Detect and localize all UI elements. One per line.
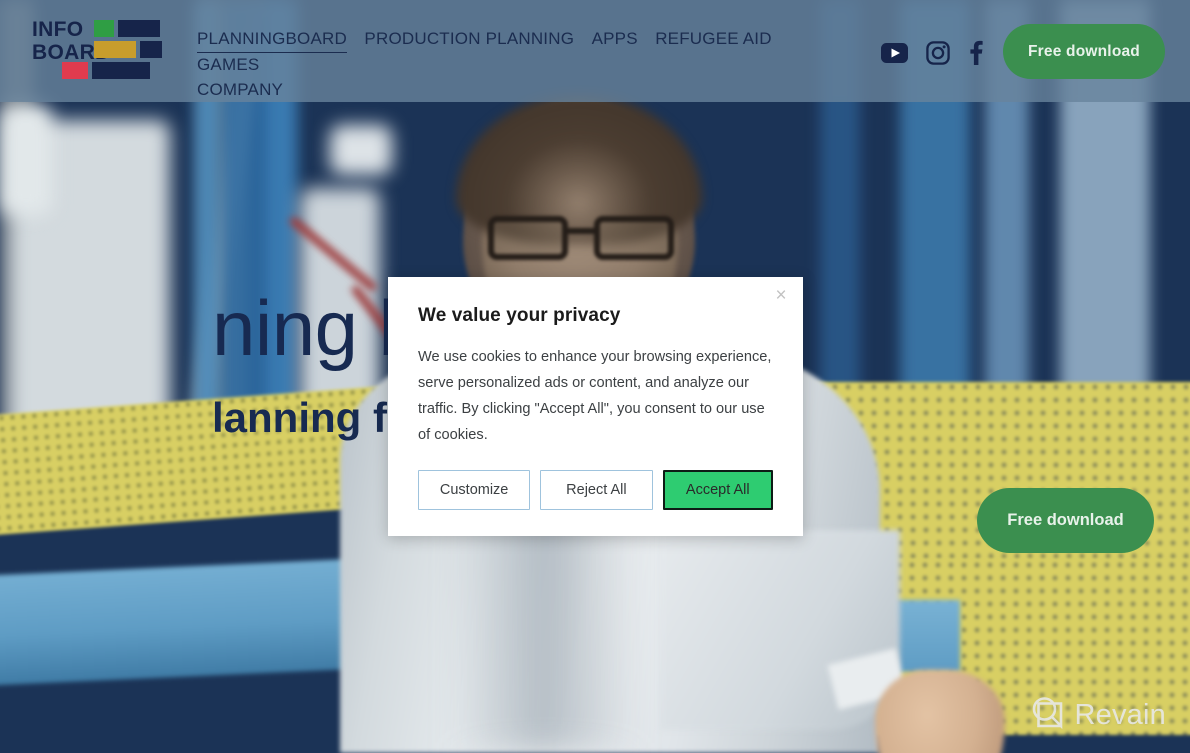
site-header: INFO BOARD PLANNINGBOARD PRODUCTION PLAN…	[0, 0, 1190, 102]
logo-text-info: INFO	[32, 18, 84, 41]
reject-all-button[interactable]: Reject All	[540, 470, 653, 510]
person-glasses	[488, 216, 674, 262]
logo-block-navy-2	[140, 41, 162, 58]
nav-row-1: PLANNINGBOARD PRODUCTION PLANNING APPS R…	[197, 27, 797, 78]
main-navigation: PLANNINGBOARD PRODUCTION PLANNING APPS R…	[197, 27, 797, 103]
cookie-consent-dialog: × We value your privacy We use cookies t…	[388, 277, 803, 536]
nav-item-apps[interactable]: APPS	[592, 27, 638, 51]
revain-wordmark: Revain	[1074, 699, 1166, 731]
revain-logo-icon	[1030, 696, 1064, 735]
youtube-icon[interactable]	[881, 42, 908, 68]
facebook-icon[interactable]	[968, 40, 983, 70]
close-icon[interactable]: ×	[768, 282, 794, 308]
cookie-dialog-actions: Customize Reject All Accept All	[418, 470, 773, 510]
logo-block-green	[94, 20, 114, 37]
background-panel	[0, 105, 52, 215]
nav-item-games[interactable]: GAMES	[197, 53, 259, 77]
logo-block-navy-1	[118, 20, 160, 37]
nav-item-production-planning[interactable]: PRODUCTION PLANNING	[364, 27, 574, 51]
social-links	[881, 40, 983, 70]
hero-free-download-button[interactable]: Free download	[977, 488, 1154, 553]
glasses-bridge	[564, 228, 598, 234]
cookie-dialog-title: We value your privacy	[418, 305, 621, 326]
revain-watermark: Revain	[1030, 696, 1166, 735]
nav-item-company[interactable]: COMPANY	[197, 78, 283, 102]
glasses-lens-left	[488, 216, 568, 260]
customize-button[interactable]: Customize	[418, 470, 531, 510]
nav-row-2: COMPANY	[197, 78, 797, 103]
nav-item-refugee-aid[interactable]: REFUGEE AID	[655, 27, 772, 51]
accept-all-button[interactable]: Accept All	[662, 470, 773, 510]
cookie-dialog-body: We use cookies to enhance your browsing …	[418, 349, 772, 443]
instagram-icon[interactable]	[926, 40, 950, 70]
person-hand	[875, 670, 1005, 753]
header-free-download-button[interactable]: Free download	[1003, 24, 1165, 79]
logo-block-navy-3	[92, 62, 150, 79]
logo-block-gold	[94, 41, 136, 58]
page-root: ning board lanning for production! Free …	[0, 0, 1190, 753]
nav-item-planningboard[interactable]: PLANNINGBOARD	[197, 27, 347, 53]
glasses-lens-right	[594, 216, 674, 260]
site-logo[interactable]: INFO BOARD	[32, 18, 188, 84]
logo-block-red	[62, 62, 88, 79]
